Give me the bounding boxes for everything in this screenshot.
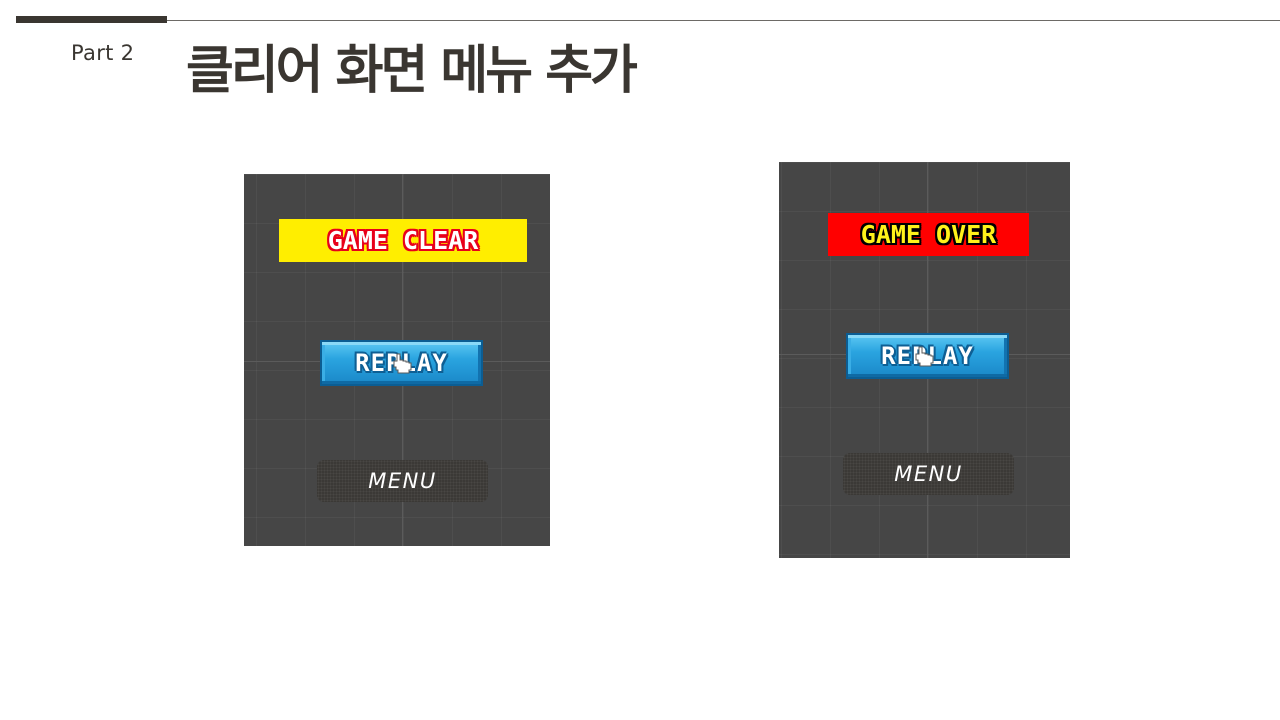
- hand-pointer-icon: [915, 346, 934, 367]
- menu-button[interactable]: MENU: [317, 460, 488, 502]
- game-over-banner-text: GAME OVER: [860, 220, 997, 249]
- game-clear-screen: GAME CLEAR REPLAY MENU: [244, 174, 550, 546]
- menu-button[interactable]: MENU: [843, 453, 1014, 495]
- game-over-banner: GAME OVER: [828, 213, 1029, 256]
- slide: Part 2 클리어 화면 메뉴 추가 GAME CLEAR REPLAY ME…: [0, 0, 1280, 720]
- header-accent-bar: [16, 16, 167, 23]
- menu-button-label: MENU: [894, 462, 963, 486]
- header-divider-line: [167, 20, 1280, 21]
- hand-pointer-icon: [393, 353, 412, 374]
- game-over-screen: GAME OVER REPLAY MENU: [779, 162, 1070, 558]
- part-label: Part 2: [71, 41, 135, 65]
- game-clear-banner-text: GAME CLEAR: [327, 226, 479, 255]
- game-clear-banner: GAME CLEAR: [279, 219, 527, 262]
- menu-button-label: MENU: [368, 469, 437, 493]
- slide-title: 클리어 화면 메뉴 추가: [186, 41, 638, 101]
